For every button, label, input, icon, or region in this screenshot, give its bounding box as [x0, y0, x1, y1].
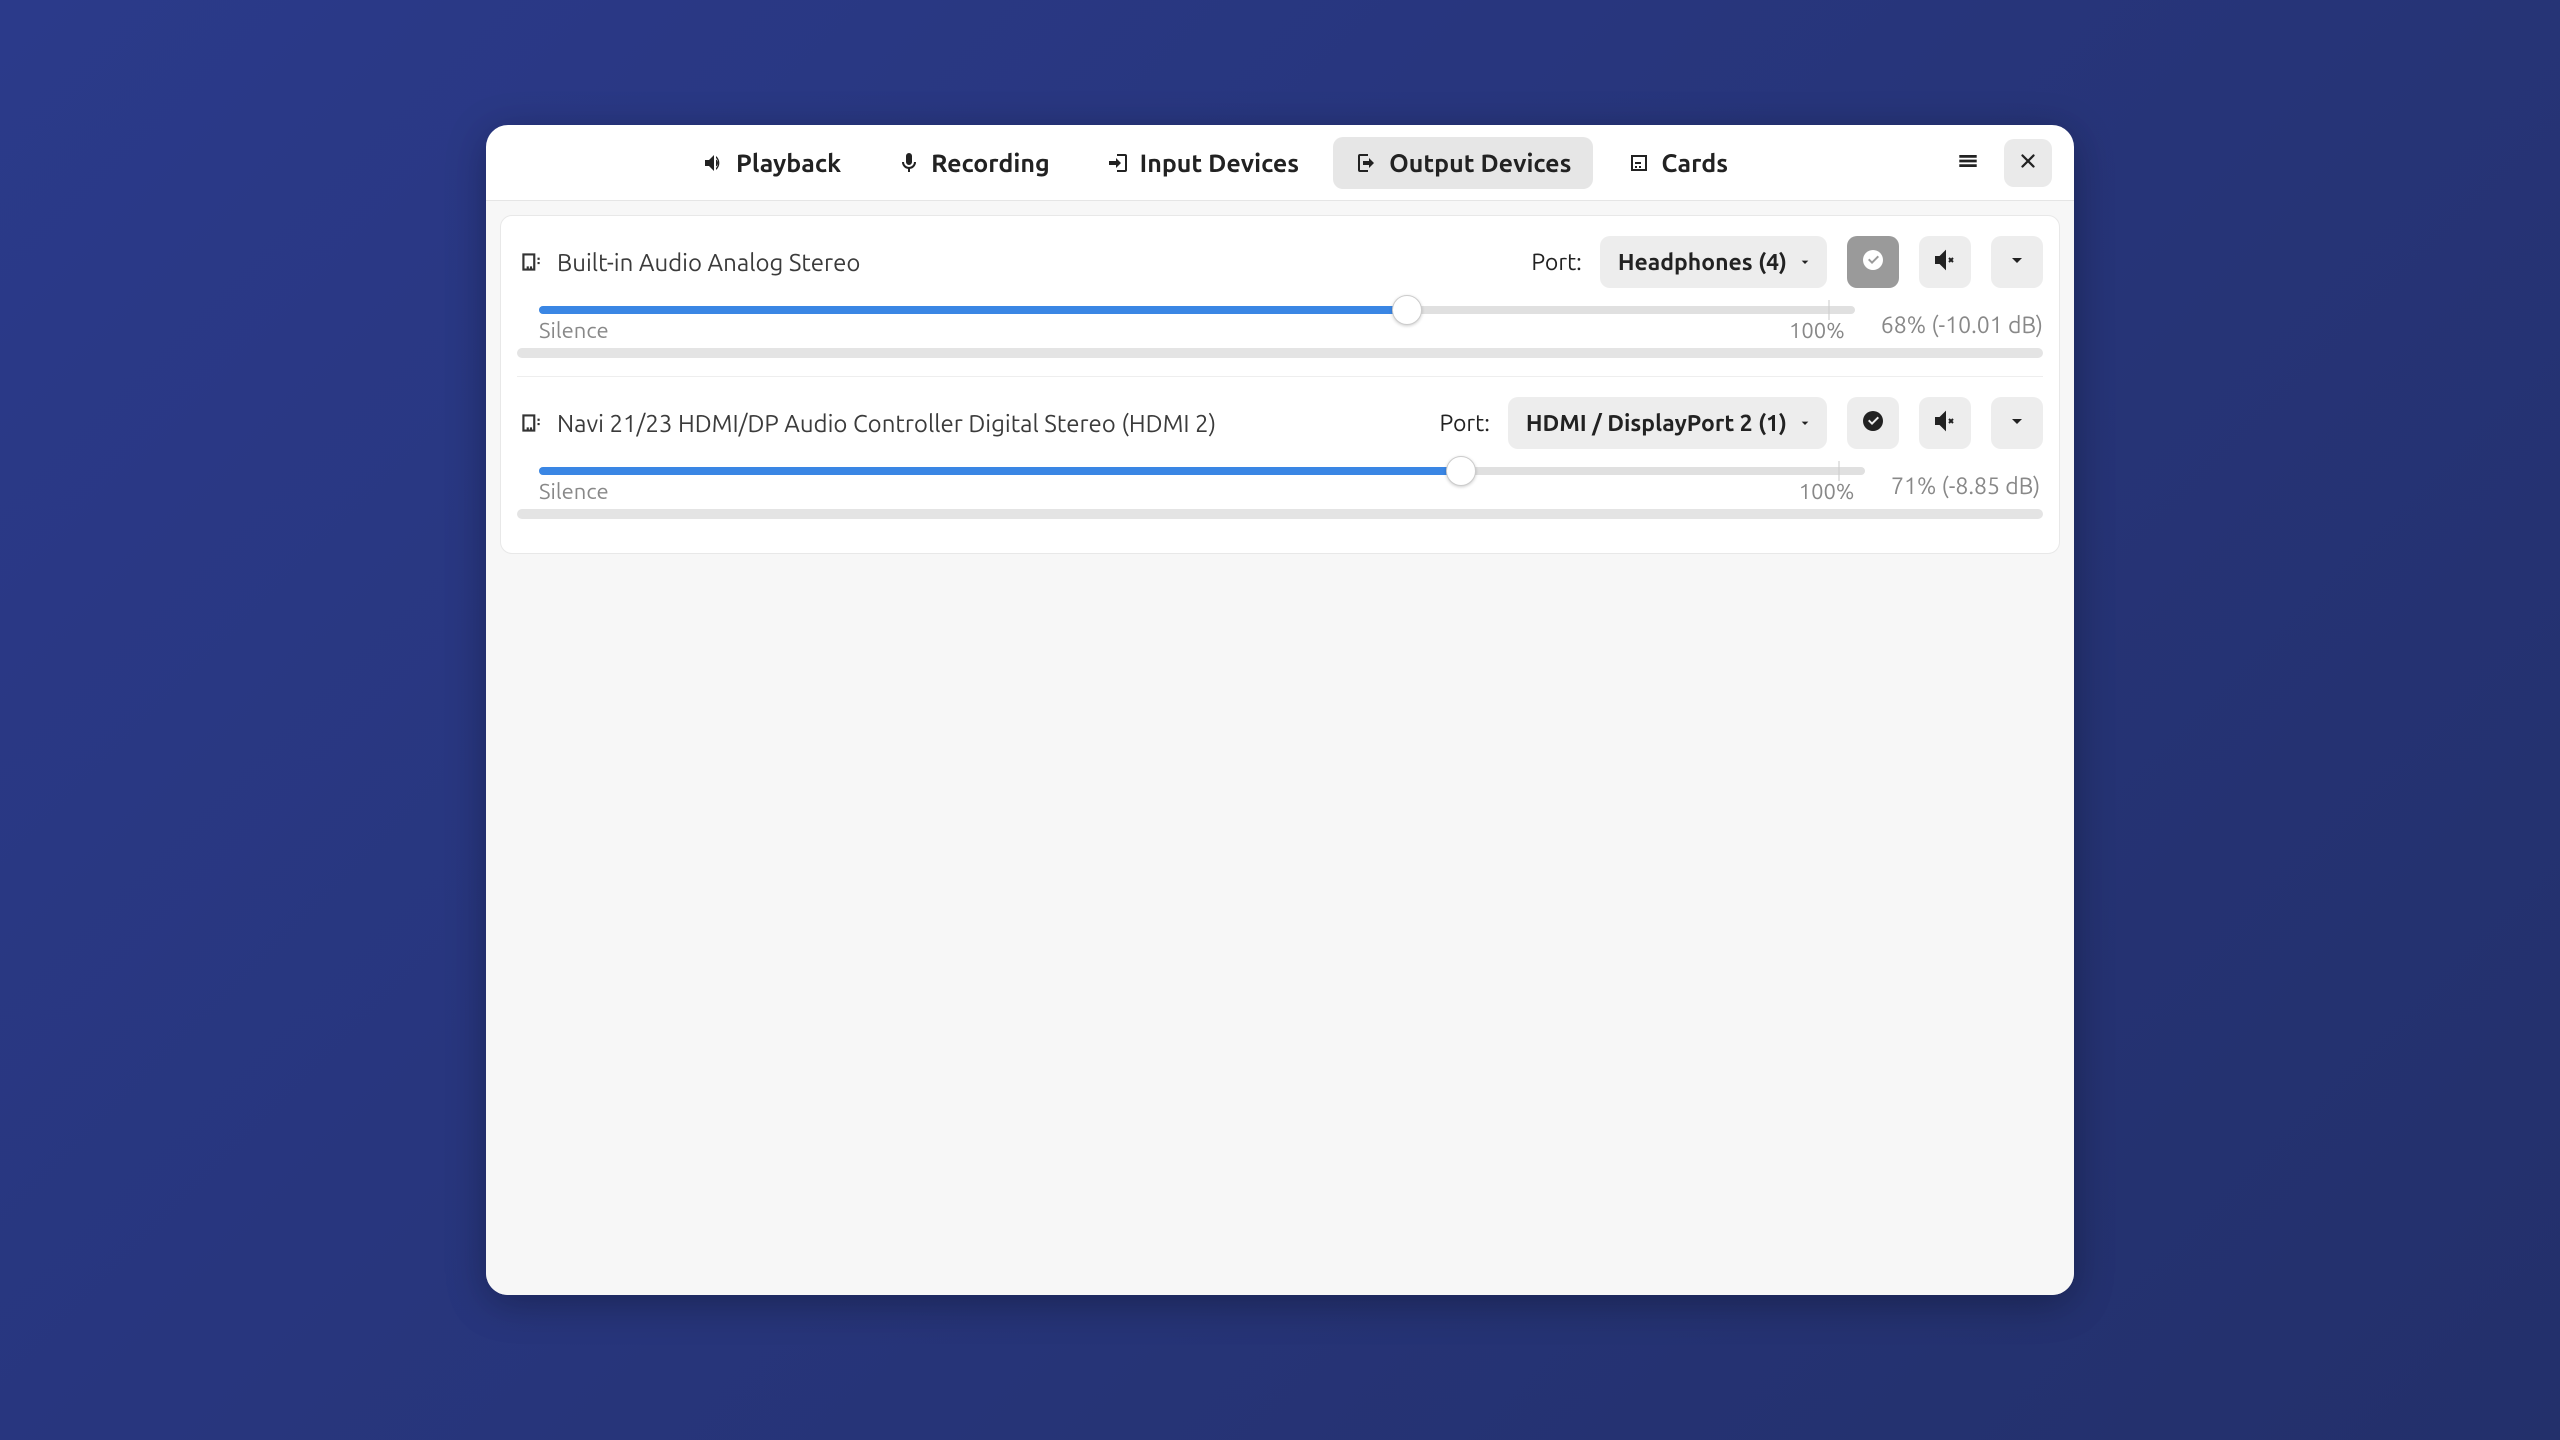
volume-readout: 68% (-10.01 dB) [1873, 313, 2043, 338]
menu-button[interactable] [1944, 139, 1992, 187]
output-device-row: Built-in Audio Analog Stereo Port: Headp… [517, 224, 2043, 376]
window-controls [1944, 139, 2064, 187]
advanced-dropdown-button[interactable] [1991, 236, 2043, 288]
device-header: Built-in Audio Analog Stereo Port: Headp… [517, 236, 2043, 288]
port-label: Port: [1439, 411, 1489, 436]
port-dropdown[interactable]: HDMI / DisplayPort 2 (1) [1508, 397, 1827, 449]
check-circle-icon [1861, 409, 1885, 437]
volume-slider-area: Silence 100% [517, 467, 1883, 505]
tab-label: Recording [931, 149, 1050, 177]
device-name: Navi 21/23 HDMI/DP Audio Controller Digi… [557, 410, 1427, 437]
level-meter [517, 348, 2043, 358]
chevron-down-icon [2005, 248, 2029, 276]
mute-icon [1933, 409, 1957, 437]
titlebar: Playback Recording Input Devices Output … [486, 125, 2074, 201]
volume-control-window: Playback Recording Input Devices Output … [486, 125, 2074, 1295]
set-default-button[interactable] [1847, 397, 1899, 449]
slider-label-100: 100% [1789, 318, 1845, 343]
input-icon [1106, 151, 1130, 175]
mute-button[interactable] [1919, 397, 1971, 449]
tab-label: Cards [1661, 149, 1728, 177]
port-dropdown[interactable]: Headphones (4) [1600, 236, 1827, 288]
port-selected: Headphones (4) [1618, 250, 1787, 275]
speaker-icon [702, 151, 726, 175]
tab-label: Input Devices [1140, 149, 1299, 177]
soundcard-icon [517, 248, 545, 276]
slider-label-silence: Silence [539, 479, 609, 504]
soundcard-icon [517, 409, 545, 437]
advanced-dropdown-button[interactable] [1991, 397, 2043, 449]
output-device-row: Navi 21/23 HDMI/DP Audio Controller Digi… [517, 376, 2043, 537]
mute-icon [1933, 248, 1957, 276]
microphone-icon [897, 151, 921, 175]
mute-button[interactable] [1919, 236, 1971, 288]
devices-panel: Built-in Audio Analog Stereo Port: Headp… [500, 215, 2060, 554]
chevron-down-icon [2005, 409, 2029, 437]
volume-slider[interactable] [539, 306, 1855, 314]
tab-playback[interactable]: Playback [680, 137, 863, 189]
volume-slider-row: Silence 100% 68% (-10.01 dB) [517, 306, 2043, 344]
tab-recording[interactable]: Recording [875, 137, 1072, 189]
slider-label-100: 100% [1799, 479, 1855, 504]
set-default-button[interactable] [1847, 236, 1899, 288]
close-button[interactable] [2004, 139, 2052, 187]
volume-slider[interactable] [539, 467, 1865, 475]
card-icon [1627, 151, 1651, 175]
level-meter [517, 509, 2043, 519]
device-name: Built-in Audio Analog Stereo [557, 249, 1519, 276]
hamburger-icon [1957, 150, 1979, 176]
tabs: Playback Recording Input Devices Output … [486, 125, 1944, 200]
tab-output-devices[interactable]: Output Devices [1333, 137, 1593, 189]
content-area: Built-in Audio Analog Stereo Port: Headp… [486, 201, 2074, 1295]
tab-label: Output Devices [1389, 149, 1571, 177]
port-label: Port: [1531, 250, 1581, 275]
slider-label-silence: Silence [539, 318, 609, 343]
tab-cards[interactable]: Cards [1605, 137, 1750, 189]
volume-readout: 71% (-8.85 dB) [1883, 474, 2043, 499]
volume-slider-area: Silence 100% [517, 306, 1873, 344]
tab-input-devices[interactable]: Input Devices [1084, 137, 1321, 189]
volume-slider-row: Silence 100% 71% (-8.85 dB) [517, 467, 2043, 505]
chevron-down-icon [1797, 250, 1813, 275]
chevron-down-icon [1797, 411, 1813, 436]
output-icon [1355, 151, 1379, 175]
port-selected: HDMI / DisplayPort 2 (1) [1526, 411, 1787, 436]
tab-label: Playback [736, 149, 841, 177]
check-circle-icon [1861, 248, 1885, 276]
close-icon [2017, 150, 2039, 176]
device-header: Navi 21/23 HDMI/DP Audio Controller Digi… [517, 397, 2043, 449]
